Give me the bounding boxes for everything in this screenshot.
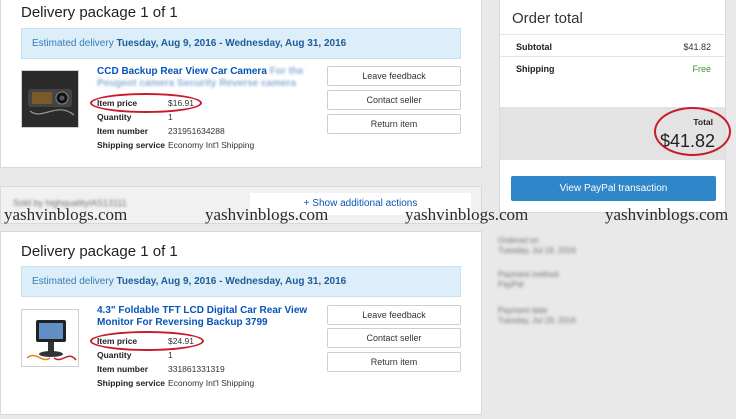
shipping-service-value: Economy Int'l Shipping	[168, 140, 255, 150]
product-title-link[interactable]: CCD Backup Rear View Car Camera For the …	[97, 66, 312, 90]
detail-row-shipping-service: Shipping service Economy Int'l Shipping	[97, 376, 254, 390]
order-total-title: Order total	[512, 10, 583, 27]
quantity-value: 1	[168, 350, 173, 360]
estimated-delivery-dates: Tuesday, Aug 9, 2016 - Wednesday, Aug 31…	[116, 276, 347, 287]
estimated-delivery-banner: Estimated delivery Tuesday, Aug 9, 2016 …	[21, 28, 461, 59]
camera-image	[22, 71, 78, 127]
detail-label: Shipping service	[97, 378, 166, 388]
product-thumbnail[interactable]	[21, 70, 79, 128]
side-info-label: Payment method	[498, 270, 559, 279]
subtotal-row: Subtotal $41.82	[500, 34, 725, 58]
package-title: Delivery package 1 of 1	[21, 243, 178, 260]
item-price-highlight-circle	[90, 331, 204, 351]
package-title: Delivery package 1 of 1	[21, 4, 178, 21]
monitor-image	[22, 310, 78, 366]
detail-row-item-number: Item number 331861331319	[97, 362, 254, 376]
product-thumbnail[interactable]	[21, 309, 79, 367]
return-item-button[interactable]: Return item	[327, 352, 461, 372]
shipping-service-value: Economy Int'l Shipping	[168, 378, 255, 388]
leave-feedback-button[interactable]: Leave feedback	[327, 305, 461, 325]
total-highlight-circle	[654, 107, 731, 156]
product-title-link[interactable]: 4.3" Foldable TFT LCD Digital Car Rear V…	[97, 305, 312, 329]
estimated-delivery-banner: Estimated delivery Tuesday, Aug 9, 2016 …	[21, 266, 461, 297]
shipping-row: Shipping Free	[500, 56, 725, 80]
watermark: yashvinblogs.com	[4, 205, 128, 224]
view-paypal-transaction-button[interactable]: View PayPal transaction	[511, 176, 716, 201]
side-info-label: Ordered on	[498, 236, 539, 245]
item-number-value: 231951634288	[168, 126, 225, 136]
side-info-value: Tuesday, Jul 19, 2016	[498, 246, 576, 255]
detail-row-shipping-service: Shipping service Economy Int'l Shipping	[97, 138, 254, 152]
detail-label: Item number	[97, 126, 149, 136]
watermark: yashvinblogs.com	[205, 205, 329, 224]
shipping-label: Shipping	[516, 64, 555, 74]
item-number-value: 331861331319	[168, 364, 225, 374]
estimated-delivery-dates: Tuesday, Aug 9, 2016 - Wednesday, Aug 31…	[116, 38, 347, 49]
estimated-delivery-label: Estimated delivery	[32, 38, 114, 49]
payment-date-info: Payment date Tuesday, Jul 19, 2016	[498, 306, 576, 326]
detail-row-quantity: Quantity 1	[97, 348, 254, 362]
leave-feedback-button[interactable]: Leave feedback	[327, 66, 461, 86]
product-title-text[interactable]: CCD Backup Rear View Car Camera	[97, 66, 267, 77]
contact-seller-button[interactable]: Contact seller	[327, 90, 461, 110]
watermark: yashvinblogs.com	[405, 205, 529, 224]
shipping-value: Free	[692, 64, 711, 74]
side-info-label: Payment date	[498, 306, 548, 315]
detail-row-quantity: Quantity 1	[97, 110, 254, 124]
payment-method-info: Payment method PayPal	[498, 270, 558, 290]
side-info-value: Tuesday, Jul 19, 2016	[498, 316, 576, 325]
watermark: yashvinblogs.com	[605, 205, 729, 224]
delivery-package-card-1: Delivery package 1 of 1 Estimated delive…	[0, 0, 482, 168]
detail-label: Shipping service	[97, 140, 166, 150]
quantity-value: 1	[168, 112, 173, 122]
detail-row-item-number: Item number 231951634288	[97, 124, 254, 138]
detail-label: Item number	[97, 364, 149, 374]
estimated-delivery-label: Estimated delivery	[32, 276, 114, 287]
contact-seller-button[interactable]: Contact seller	[327, 328, 461, 348]
item-price-highlight-circle	[90, 93, 202, 113]
side-info-value: PayPal	[498, 280, 524, 289]
delivery-package-card-2: Delivery package 1 of 1 Estimated delive…	[0, 231, 482, 415]
return-item-button[interactable]: Return item	[327, 114, 461, 134]
ordered-on-info: Ordered on Tuesday, Jul 19, 2016	[498, 236, 576, 256]
